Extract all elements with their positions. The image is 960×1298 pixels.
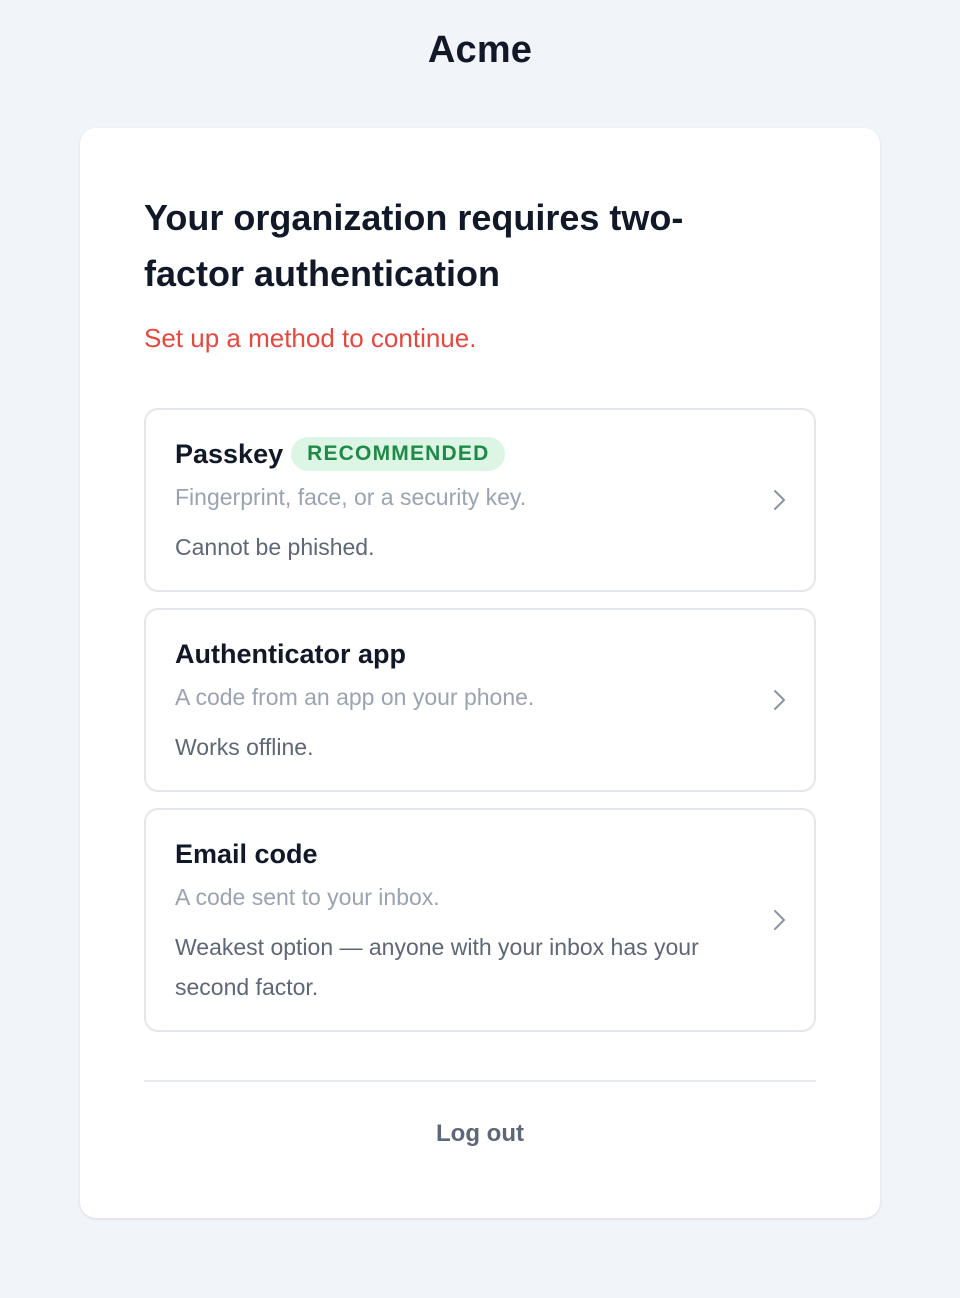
method-description: A code sent to your inbox. xyxy=(175,884,440,910)
chevron-right-icon xyxy=(774,490,785,510)
method-name: Passkey xyxy=(175,439,284,469)
logout-button[interactable]: Log out xyxy=(80,1116,880,1152)
method-description: A code from an app on your phone. xyxy=(175,684,535,710)
method-option-authenticator-app[interactable]: Authenticator app A code from an app on … xyxy=(144,608,816,792)
chevron-right-icon xyxy=(774,910,785,930)
two-factor-setup-card: Your organization requires two-factor au… xyxy=(80,128,880,1218)
method-note: Works offline. xyxy=(175,734,314,760)
chevron-right-icon xyxy=(774,690,785,710)
method-option-email-code[interactable]: Email code A code sent to your inbox. We… xyxy=(144,808,816,1032)
method-name-row: Passkey RECOMMENDED xyxy=(175,434,506,474)
method-name: Email code xyxy=(175,839,318,869)
page-subtitle: Set up a method to continue. xyxy=(144,323,477,353)
recommended-badge: RECOMMENDED xyxy=(291,437,506,471)
page-title: Your organization requires two-factor au… xyxy=(144,197,684,294)
method-name: Authenticator app xyxy=(175,639,407,669)
footer-divider xyxy=(144,1080,816,1082)
method-name-row: Authenticator app xyxy=(175,634,406,674)
method-note: Cannot be phished. xyxy=(175,534,375,560)
method-description: Fingerprint, face, or a security key. xyxy=(175,484,527,510)
method-name-row: Email code xyxy=(175,834,318,874)
brand-logo: Acme xyxy=(427,29,533,71)
method-note: Weakest option — anyone with your inbox … xyxy=(175,934,699,1000)
method-option-passkey[interactable]: Passkey RECOMMENDED Fingerprint, face, o… xyxy=(144,408,816,592)
